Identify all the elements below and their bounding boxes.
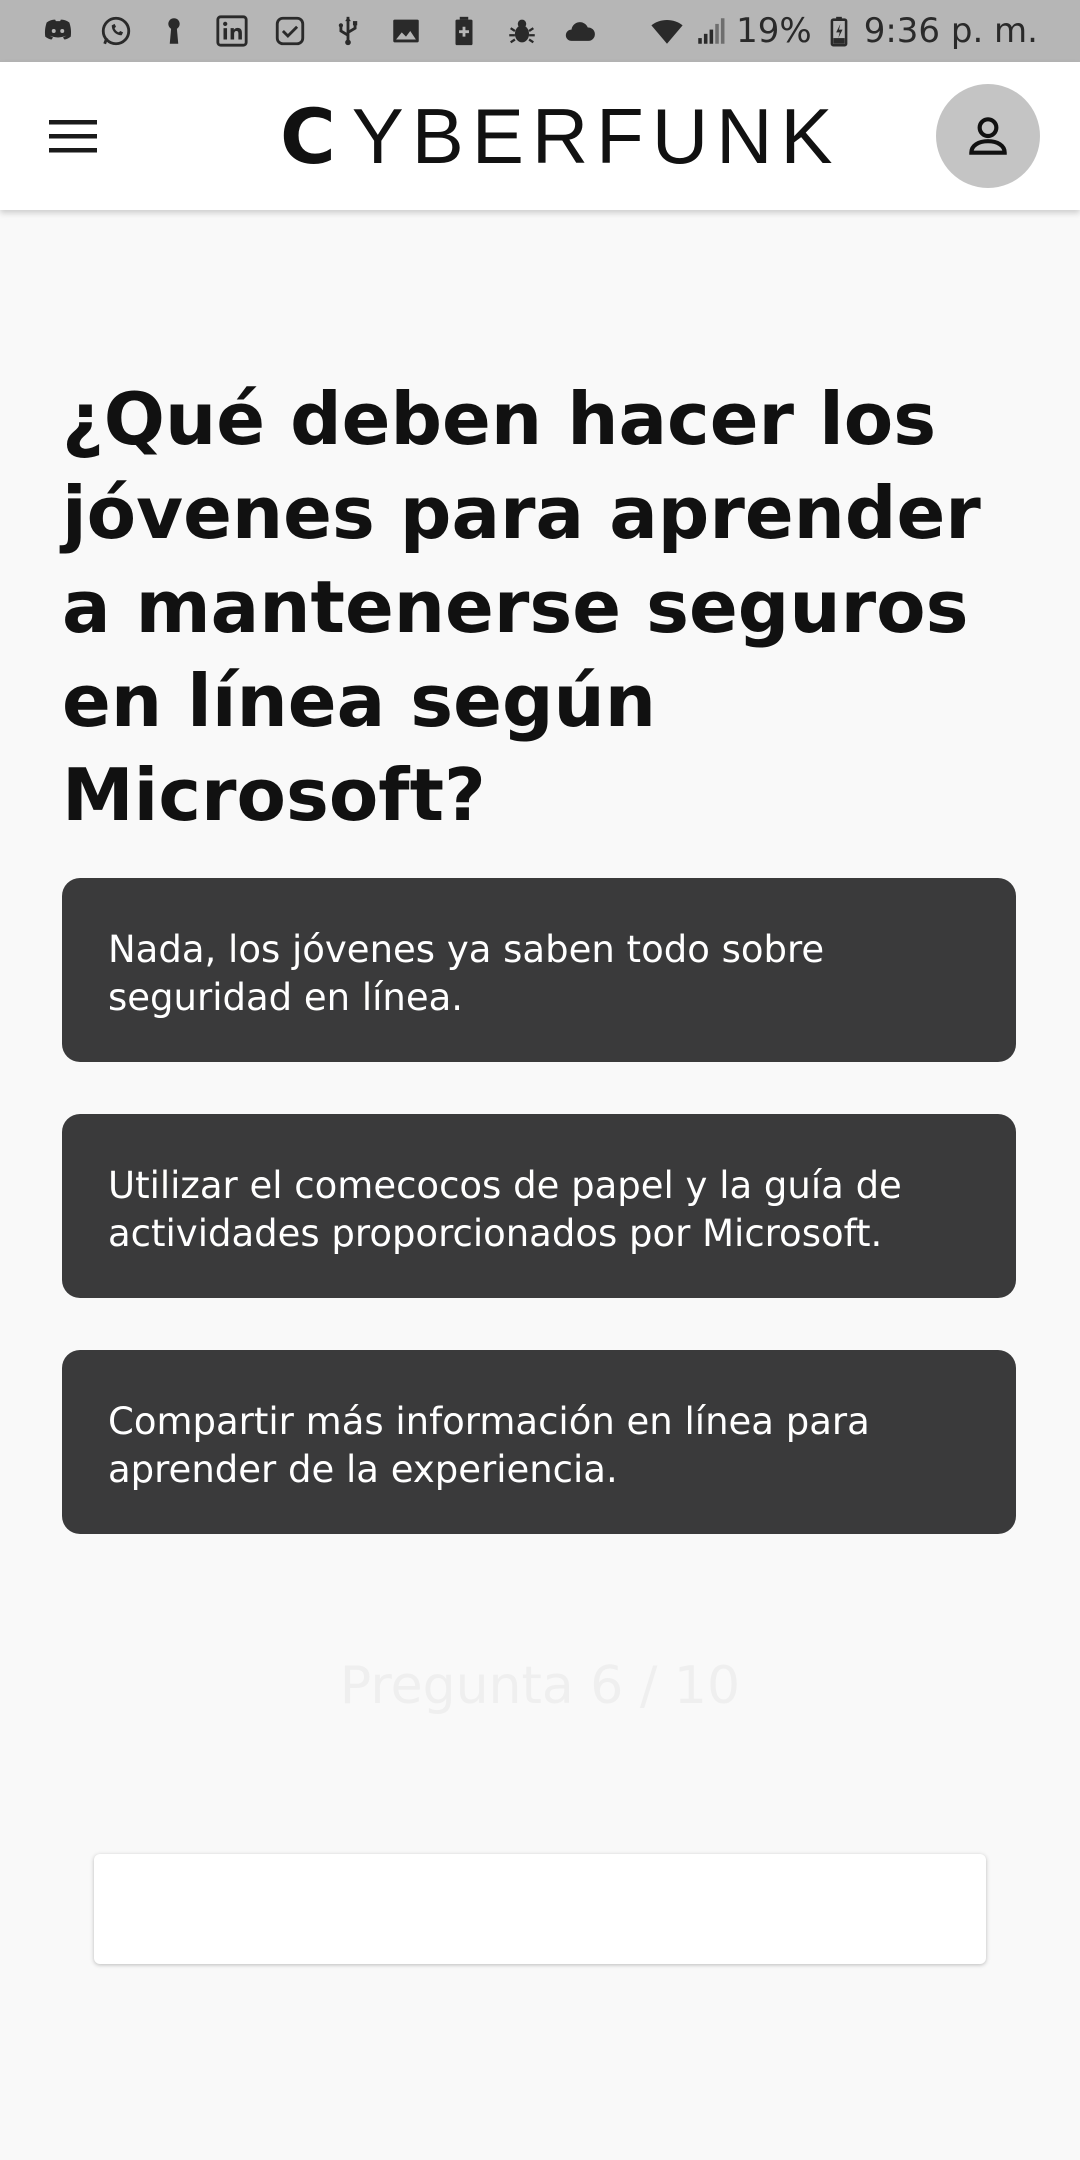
discord-icon [40, 13, 76, 49]
bottom-card [94, 1854, 986, 1964]
question-text: ¿Qué deben hacer los jóvenes para aprend… [62, 377, 981, 837]
linkedin-icon [214, 13, 250, 49]
battery-saver-icon [446, 13, 482, 49]
answer-option-label: Nada, los jóvenes ya saben todo sobre se… [108, 928, 825, 1019]
wifi-icon [650, 14, 684, 48]
logo-rest: YBERFUNK [351, 91, 841, 180]
clock: 9:36 p. m. [863, 11, 1038, 51]
battery-percent: 19% [736, 11, 812, 51]
question-progress: Pregunta 6 / 10 [339, 1656, 741, 1716]
keyhole-icon [156, 13, 192, 49]
cyberfunk-logo: C YBERFUNK [280, 92, 841, 181]
bug-icon [504, 13, 540, 49]
answer-option-label: Utilizar el comecocos de papel y la guía… [108, 1164, 902, 1255]
logo-first-letter: C [280, 91, 342, 181]
hamburger-menu-icon [49, 120, 97, 153]
checkbox-icon [272, 13, 308, 49]
answer-option-1[interactable]: Nada, los jóvenes ya saben todo sobre se… [62, 878, 1016, 1062]
signal-icon [694, 14, 728, 48]
answer-option-2[interactable]: Utilizar el comecocos de papel y la guía… [62, 1114, 1016, 1298]
whatsapp-icon [98, 13, 134, 49]
usb-icon [330, 13, 366, 49]
answer-option-3[interactable]: Compartir más información en línea para … [62, 1350, 1016, 1534]
person-icon [969, 117, 1007, 155]
system-status: 19% 9:36 p. m. [640, 11, 1038, 51]
battery-charging-icon [822, 14, 856, 48]
status-bar: 19% 9:36 p. m. [0, 0, 1080, 62]
menu-button[interactable] [42, 108, 104, 164]
cloud-icon [562, 13, 598, 49]
notification-icons [40, 13, 620, 49]
image-icon [388, 13, 424, 49]
app-bar: C YBERFUNK [0, 62, 1080, 210]
answer-option-label: Compartir más información en línea para … [108, 1400, 870, 1491]
profile-avatar-button[interactable] [936, 84, 1040, 188]
